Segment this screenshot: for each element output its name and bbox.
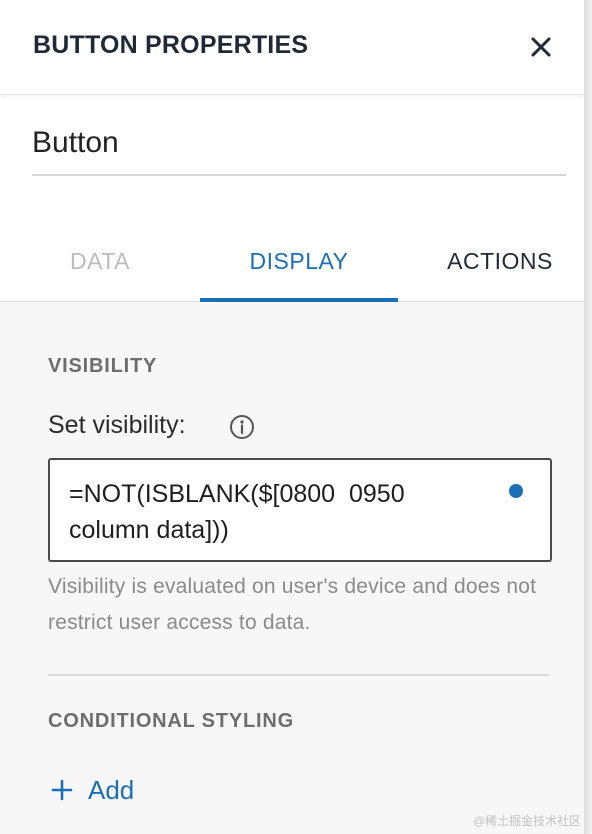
plus-icon (51, 779, 73, 801)
display-tab-content: VISIBILITY Set visibility: =NOT(ISBLANK(… (0, 302, 584, 834)
panel-header: BUTTON PROPERTIES (0, 0, 584, 95)
panel-title: BUTTON PROPERTIES (33, 31, 309, 59)
visibility-helper-text: Visibility is evaluated on user's device… (48, 575, 537, 634)
formula-status-dot (509, 484, 523, 498)
property-tabs: DATA DISPLAY ACTIONS (0, 230, 584, 302)
set-visibility-label: Set visibility: (48, 411, 186, 439)
component-name-input[interactable] (32, 126, 566, 160)
visibility-section-title: VISIBILITY (48, 355, 158, 377)
add-conditional-style-button[interactable]: Add (50, 772, 134, 808)
visibility-formula-input[interactable]: =NOT(ISBLANK($[0800 0950 column data])) (48, 458, 552, 562)
conditional-styling-section-title: CONDITIONAL STYLING (48, 710, 294, 732)
watermark-text: @稀土掘金技术社区 (473, 814, 582, 828)
component-name-field (32, 118, 566, 176)
properties-panel: BUTTON PROPERTIES DATA DISPLAY ACTIONS V… (0, 0, 584, 834)
tab-data[interactable]: DATA (30, 230, 170, 302)
tab-display[interactable]: DISPLAY (200, 230, 398, 302)
close-button[interactable] (524, 30, 558, 64)
close-icon (531, 37, 551, 57)
tab-actions[interactable]: ACTIONS (430, 230, 570, 302)
info-icon[interactable] (229, 414, 255, 440)
section-divider (48, 674, 550, 676)
add-label: Add (88, 774, 135, 805)
background-edge (584, 0, 592, 834)
